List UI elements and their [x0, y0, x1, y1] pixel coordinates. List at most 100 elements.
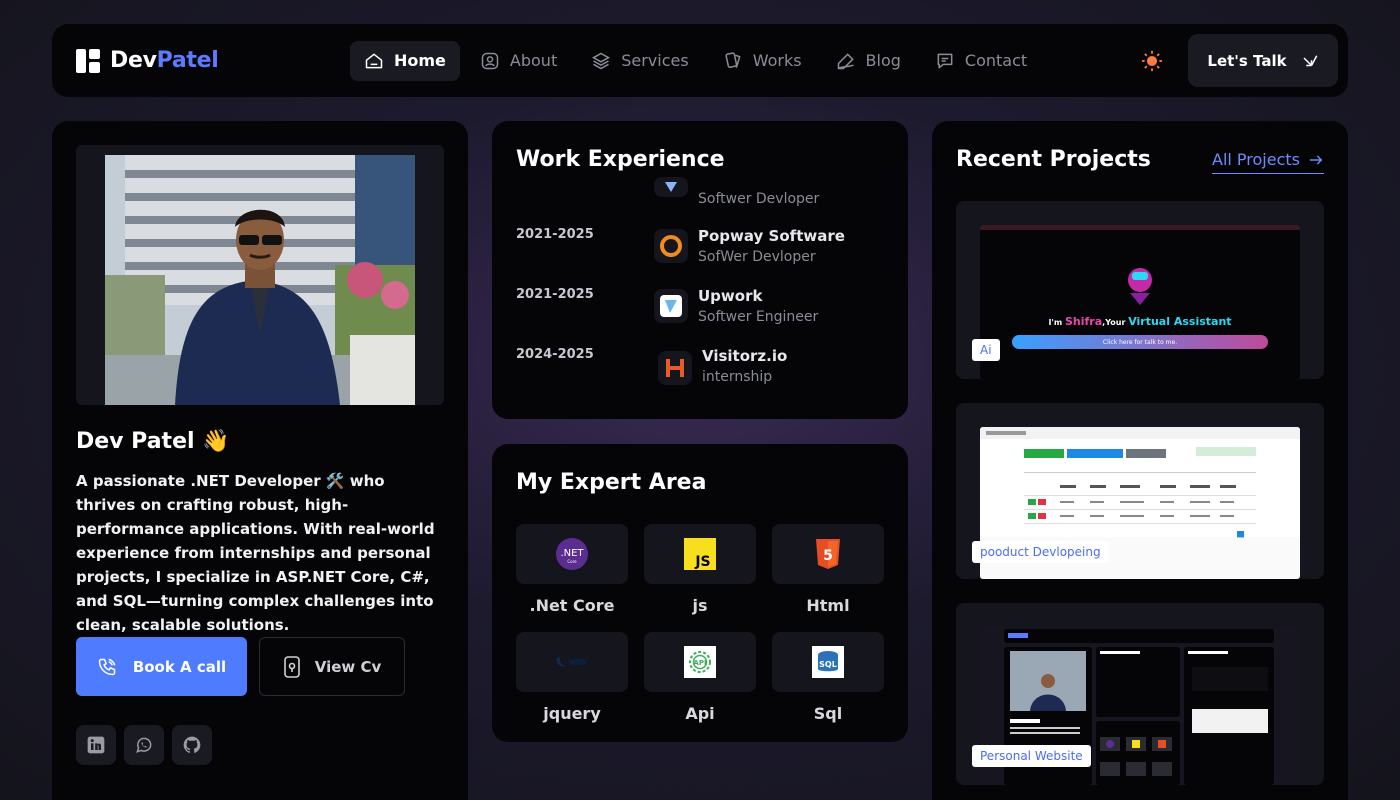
greeting-prefix: I'm	[1048, 318, 1065, 327]
profile-photo-frame	[76, 145, 444, 405]
whatsapp-link[interactable]	[124, 725, 164, 765]
nav-label: Contact	[964, 51, 1028, 70]
book-call-label: Book A call	[132, 657, 227, 676]
experience-role: SofWer Devloper	[698, 249, 816, 265]
api-icon: API	[684, 646, 716, 678]
profile-photo	[105, 155, 415, 405]
sql-icon: SQL	[812, 646, 844, 678]
nav-services[interactable]: Services	[577, 41, 702, 81]
experience-role: Softwer Devloper	[698, 191, 820, 207]
upwork-logo-icon	[654, 289, 688, 323]
skill-label: .Net Core	[529, 596, 615, 615]
project-card-product[interactable]: pooduct Devlopeing	[956, 403, 1324, 579]
profile-name: Dev Patel 👋	[76, 429, 230, 454]
skill-dotnet: .NET Core .Net Core	[516, 524, 628, 615]
skill-label: Html	[806, 596, 850, 615]
linkedin-link[interactable]	[76, 725, 116, 765]
assistant-title: Virtual Assistant	[1128, 315, 1232, 328]
skill-tile: JS	[644, 524, 756, 584]
skill-label: jquery	[543, 704, 601, 723]
experience-role: internship	[702, 369, 773, 385]
skill-tile: 5	[772, 524, 884, 584]
skill-tile: .NET Core	[516, 524, 628, 584]
lets-talk-button[interactable]: Let's Talk	[1188, 34, 1338, 87]
skill-jquery: jquery	[516, 632, 628, 723]
brand-first: Dev	[110, 48, 157, 73]
cards-icon	[725, 51, 741, 68]
all-projects-label: All Projects	[1212, 150, 1300, 169]
github-icon	[183, 736, 201, 753]
talk-bar: Click here for talk to me.	[1012, 335, 1268, 349]
nav-works[interactable]: Works	[709, 41, 816, 81]
pen-icon	[837, 52, 854, 69]
sun-icon[interactable]	[1141, 50, 1163, 72]
arrow-down-right-icon	[1303, 54, 1318, 66]
profile-name-text: Dev Patel	[76, 429, 195, 454]
work-experience-card: Work Experience Softwer Devloper 2021-20…	[492, 121, 908, 419]
all-projects-link[interactable]: All Projects	[1212, 150, 1324, 174]
skill-tile: SQL	[772, 632, 884, 692]
project-screenshot: I'm Shifra,Your Virtual Assistant Click …	[980, 225, 1300, 379]
experience-role: Softwer Engineer	[698, 309, 819, 325]
profile-card: Dev Patel 👋 A passionate .NET Developer …	[52, 121, 468, 800]
whatsapp-icon	[136, 737, 152, 753]
book-call-button[interactable]: Book A call	[76, 637, 247, 696]
profile-bio: A passionate .NET Developer 🛠️ who thriv…	[76, 472, 435, 634]
linkedin-icon	[87, 736, 105, 754]
wave-emoji: 👋	[202, 429, 230, 454]
social-links	[76, 725, 212, 765]
nav-label: Home	[394, 51, 446, 70]
nav-label: Blog	[865, 51, 901, 70]
nav-home[interactable]: Home	[350, 40, 460, 81]
experience-years: 2021-2025	[516, 287, 594, 302]
document-icon	[283, 655, 300, 678]
phone-icon	[98, 658, 116, 675]
skill-label: Api	[685, 704, 715, 723]
svg-text:Core: Core	[567, 559, 577, 564]
brand-name: DevPatel	[110, 48, 219, 73]
dotnet-icon: .NETCore	[556, 538, 588, 570]
svg-text:SQL: SQL	[819, 660, 837, 669]
lets-talk-label: Let's Talk	[1207, 51, 1287, 70]
svg-text:.NET: .NET	[560, 548, 584, 559]
arrow-right-icon	[1310, 154, 1323, 165]
work-experience-title: Work Experience	[516, 147, 725, 172]
nav-blog[interactable]: Blog	[822, 41, 915, 81]
navbar: DevPatel Home About Services Works Blog …	[52, 24, 1348, 97]
recent-projects-card: Recent Projects All Projects I'm Shifra,…	[932, 121, 1348, 800]
view-cv-button[interactable]: View Cv	[259, 637, 405, 696]
recent-projects-title: Recent Projects	[956, 147, 1151, 172]
expert-area-card: My Expert Area .NET Core .Net Core JS js …	[492, 444, 908, 742]
skill-api: API Api	[644, 632, 756, 723]
experience-company: Upwork	[698, 287, 763, 305]
experience-company: Visitorz.io	[702, 347, 788, 365]
nav-contact[interactable]: Contact	[921, 41, 1041, 81]
chat-icon	[937, 53, 953, 68]
project-card-ai[interactable]: I'm Shifra,Your Virtual Assistant Click …	[956, 201, 1324, 379]
main-nav: Home About Services Works Blog Contact	[350, 40, 1041, 81]
nav-label: Works	[752, 51, 802, 70]
expert-area-title: My Expert Area	[516, 470, 707, 495]
jquery-icon	[556, 657, 587, 667]
nav-label: Services	[621, 51, 689, 70]
layers-icon	[592, 52, 611, 69]
user-icon	[481, 52, 499, 69]
svg-text:JS: JS	[694, 554, 710, 570]
skill-tile	[516, 632, 628, 692]
javascript-icon: JS	[684, 538, 716, 570]
view-cv-label: View Cv	[314, 657, 382, 676]
skill-js: JS js	[644, 524, 756, 615]
popway-logo-icon	[654, 229, 688, 263]
greeting-mid: ,Your	[1102, 318, 1129, 327]
project-tag: Ai	[972, 339, 1000, 361]
assistant-greeting: I'm Shifra,Your Virtual Assistant	[980, 315, 1300, 328]
nav-about[interactable]: About	[466, 41, 571, 81]
github-link[interactable]	[172, 725, 212, 765]
project-tag: Personal Website	[972, 745, 1091, 767]
svg-text:5: 5	[823, 548, 833, 564]
skill-label: Sql	[813, 704, 843, 723]
logo[interactable]: DevPatel	[76, 48, 350, 73]
project-tag: pooduct Devlopeing	[972, 541, 1109, 563]
project-card-personal-website[interactable]: Personal Website	[956, 603, 1324, 785]
skill-sql: SQL Sql	[772, 632, 884, 723]
